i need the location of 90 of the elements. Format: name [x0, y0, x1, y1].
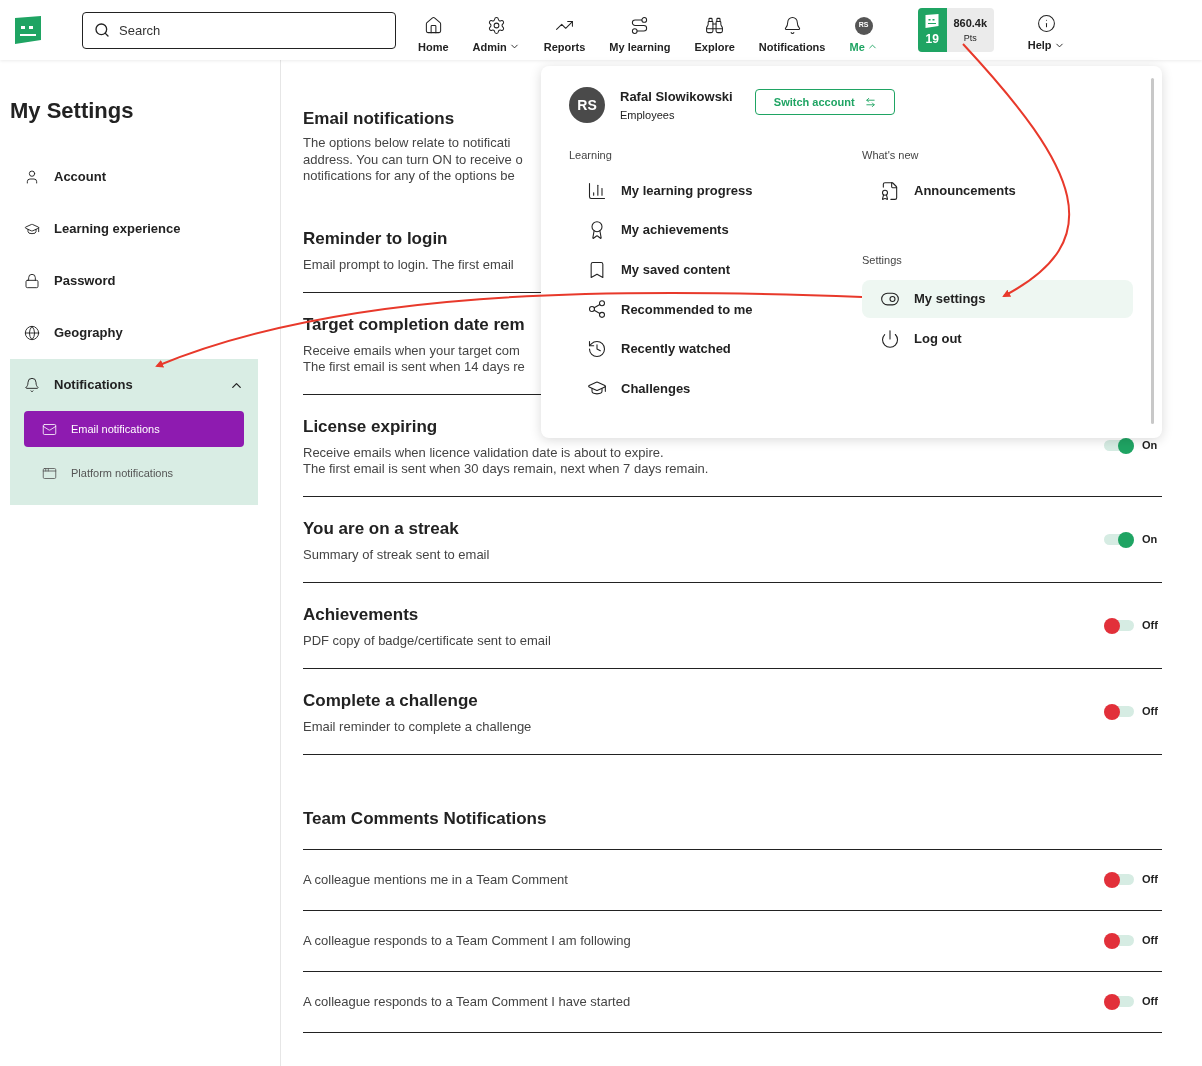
binoculars-icon: [705, 15, 725, 35]
setting-title: Complete a challenge: [303, 689, 478, 712]
help-menu[interactable]: Help: [1027, 6, 1065, 54]
user-icon: [24, 169, 40, 185]
sidebar-item[interactable]: Learning experience: [10, 203, 280, 255]
nav-item[interactable]: Notifications: [746, 15, 838, 55]
toggle-switch[interactable]: [1104, 874, 1134, 885]
document-badge-icon: [880, 180, 900, 201]
toggle-switch[interactable]: [1104, 706, 1134, 717]
share-icon: [587, 299, 607, 320]
toggle-label: Off: [1142, 704, 1159, 720]
scrollbar[interactable]: [1151, 78, 1154, 424]
nav-item[interactable]: Home: [406, 15, 461, 55]
setting-title: Achievements: [303, 603, 419, 626]
search-field[interactable]: Search: [82, 11, 396, 49]
toggle-label: Off: [1142, 618, 1159, 634]
setting-description: Receive emails when licence validation date is about to expire. The first email is sent when 30 days remain, next when 7 days remain.: [303, 444, 709, 477]
menu-item[interactable]: Recommended to me: [569, 290, 862, 329]
setting-label: A colleague responds to a Team Comment I have started: [303, 992, 632, 1011]
menu-heading: What's new: [862, 148, 920, 163]
toggle-label: Off: [1142, 872, 1159, 888]
menu-item[interactable]: My learning progress: [569, 171, 862, 210]
sidebar-item[interactable]: Account: [10, 151, 280, 203]
menu-item[interactable]: My saved content: [569, 250, 862, 289]
sidebar-item[interactable]: Password: [10, 255, 280, 307]
toggle-switch[interactable]: [1104, 996, 1134, 1007]
page-title: My Settings: [10, 97, 135, 125]
menu-item[interactable]: Challenges: [569, 369, 862, 408]
window-icon: [42, 465, 57, 481]
menu-heading: Learning: [569, 148, 613, 163]
toggle-label: On: [1142, 532, 1159, 548]
info-icon: [1036, 14, 1056, 34]
user-name: Rafal Slowikowski: [620, 88, 733, 106]
toggle-switch[interactable]: [1104, 935, 1134, 946]
section-title: Team Comments Notifications: [303, 754, 1162, 850]
menu-item[interactable]: Recently watched: [569, 329, 862, 368]
logo-icon: [924, 12, 941, 29]
setting-title: You are on a streak: [303, 517, 459, 540]
sidebar-subitem[interactable]: Platform notifications: [24, 455, 244, 491]
history-icon: [587, 338, 607, 359]
setting-description: Receive emails when your target com The first email is sent when 14 days re: [303, 342, 525, 375]
setting-label: A colleague responds to a Team Comment I am following: [303, 931, 632, 950]
bell-icon: [24, 377, 40, 393]
toggle-switch[interactable]: [1104, 620, 1134, 631]
toggle-label: Off: [1142, 933, 1159, 949]
logo-icon: [12, 14, 44, 46]
toggle-switch[interactable]: [1104, 534, 1134, 545]
section-description: The options below relate to notificati address. You can turn ON to receive o notifications for any of the options be: [303, 135, 523, 185]
nav-item[interactable]: My learning: [597, 15, 683, 55]
setting-description: PDF copy of badge/certificate sent to email: [303, 632, 551, 649]
sidebar-item[interactable]: Geography: [10, 307, 280, 359]
route-icon: [630, 15, 650, 35]
setting-title: License expiring: [303, 415, 438, 438]
mail-icon: [42, 421, 57, 437]
menu-item[interactable]: My settings: [862, 280, 1133, 318]
points-unit: Pts: [963, 31, 977, 45]
search-icon: [94, 21, 110, 38]
nav-item[interactable]: Explore: [682, 15, 747, 55]
avatar: RS: [569, 87, 605, 123]
setting-description: Email reminder to complete a challenge: [303, 718, 532, 735]
level-number: 19: [925, 30, 939, 48]
power-icon: [880, 329, 900, 349]
nav-item[interactable]: Reports: [531, 15, 598, 55]
setting-description: Summary of streak sent to email: [303, 546, 490, 563]
user-group: Employees: [620, 106, 733, 123]
menu-heading: Settings: [862, 252, 903, 268]
nav-item[interactable]: Admin: [460, 15, 532, 55]
bell-icon: [782, 15, 802, 35]
lock-icon: [24, 273, 40, 289]
points-badge[interactable]: 19 860.4k Pts: [917, 8, 994, 52]
menu-item[interactable]: Log out: [862, 320, 1133, 358]
toggle-switch[interactable]: [1104, 440, 1134, 451]
toggle-label: Off: [1142, 994, 1159, 1010]
toggle-label: On: [1142, 438, 1159, 454]
sidebar-item[interactable]: Notifications: [10, 359, 258, 411]
bar-chart-icon: [587, 180, 607, 201]
section-title: Email notifications: [303, 108, 455, 130]
sidebar-subitem[interactable]: Email notifications: [24, 411, 244, 447]
setting-description: Email prompt to login. The first email: [303, 256, 514, 273]
settings-icon: [486, 15, 506, 35]
graduation-cap-icon: [24, 221, 40, 237]
switch-icon: [864, 96, 876, 108]
globe-icon: [24, 325, 40, 341]
setting-title: Target completion date rem: [303, 313, 525, 336]
setting-title: Reminder to login: [303, 227, 448, 250]
menu-item[interactable]: My achievements: [569, 211, 862, 250]
points-value: 860.4k: [953, 16, 988, 31]
setting-label: A colleague mentions me in a Team Comment: [303, 870, 569, 889]
menu-item[interactable]: Announcements: [862, 171, 1133, 210]
home-icon: [423, 15, 443, 35]
